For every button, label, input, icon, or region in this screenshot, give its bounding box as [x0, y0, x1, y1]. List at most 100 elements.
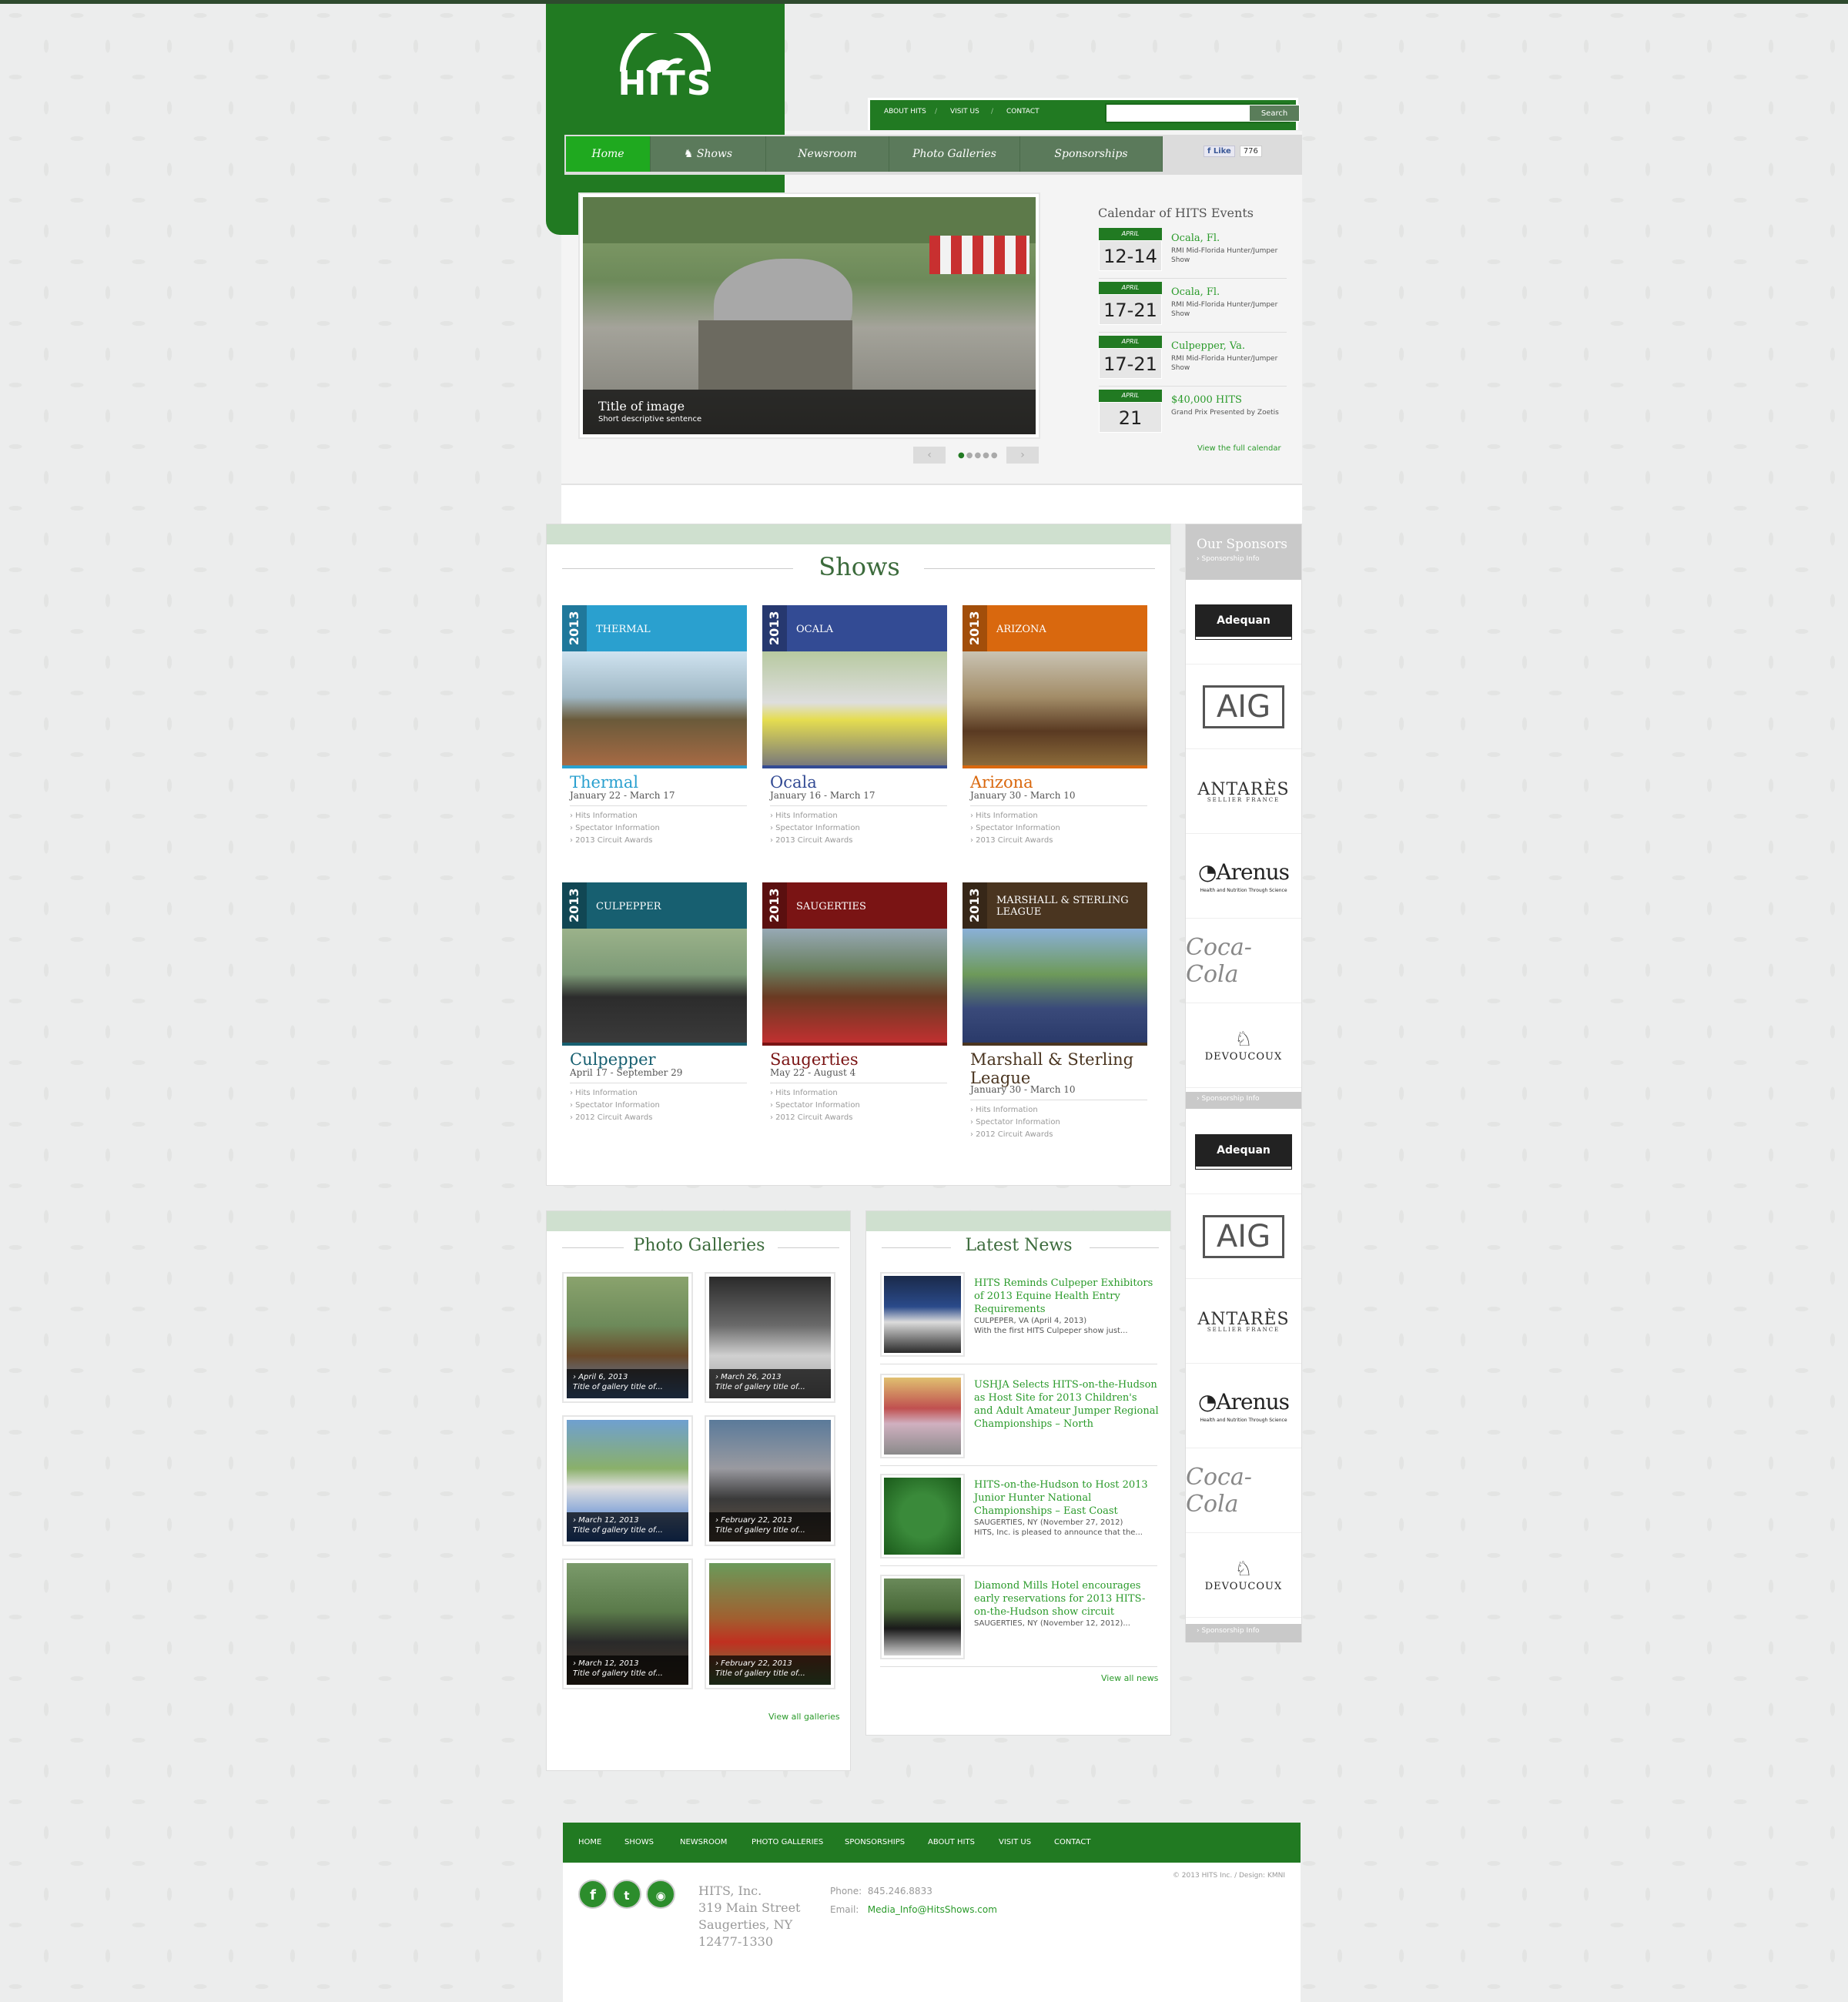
news-item[interactable]: HITS-on-the-Hudson to Host 2013 Junior H… [880, 1474, 1157, 1566]
calendar-event[interactable]: APRIL 12-14 Ocala, Fl. RMI Mid-Florida H… [1099, 228, 1287, 279]
nav-photo-galleries[interactable]: Photo Galleries [889, 136, 1020, 172]
show-link[interactable]: › Hits Information [770, 1087, 860, 1100]
show-name[interactable]: Saugerties [770, 1050, 943, 1069]
show-image[interactable] [762, 651, 947, 768]
gallery-thumbnail[interactable]: › February 22, 2013 Title of gallery titl… [705, 1415, 835, 1546]
calendar-event[interactable]: APRIL 17-21 Ocala, Fl. RMI Mid-Florida H… [1099, 282, 1287, 333]
footer-nav-galleries[interactable]: PHOTO GALLERIES [752, 1838, 823, 1846]
search-button[interactable]: Search [1249, 105, 1300, 122]
footer-nav-sponsorships[interactable]: SPONSORSHIPS [845, 1838, 905, 1846]
show-image[interactable] [562, 929, 747, 1046]
facebook-like[interactable]: f Like 776 [1204, 146, 1262, 157]
slider-dots[interactable]: ●●●●● [958, 451, 1004, 460]
footer-nav-shows[interactable]: SHOWS [624, 1838, 654, 1846]
news-title[interactable]: HITS Reminds Culpeper Exhibitors of 2013… [974, 1277, 1159, 1316]
show-link[interactable]: › Hits Information [570, 810, 660, 822]
show-card[interactable]: 2013 OCALA Ocala January 16 - March 17 ›… [762, 605, 947, 867]
show-card-header[interactable]: 2013 CULPEPPER [562, 882, 747, 929]
show-link[interactable]: › 2013 Circuit Awards [770, 835, 860, 847]
show-link[interactable]: › Spectator Information [970, 1116, 1060, 1129]
nav-newsroom[interactable]: Newsroom [766, 136, 889, 172]
news-title[interactable]: USHJA Selects HITS-on-the-Hudson as Host… [974, 1378, 1159, 1431]
sponsorship-info-link[interactable]: › Sponsorship Info [1186, 1624, 1301, 1642]
news-item[interactable]: USHJA Selects HITS-on-the-Hudson as Host… [880, 1374, 1159, 1466]
gallery-thumbnail[interactable]: › March 12, 2013 Title of gallery title o… [562, 1558, 693, 1689]
view-all-galleries-link[interactable]: View all galleries [768, 1712, 840, 1722]
facebook-icon[interactable]: f [578, 1880, 608, 1909]
show-card[interactable]: 2013 THERMAL Thermal January 22 - March … [562, 605, 747, 867]
show-name[interactable]: Ocala [770, 773, 943, 792]
show-link[interactable]: › Hits Information [570, 1087, 660, 1100]
sponsor-logo[interactable]: AIG [1186, 665, 1301, 749]
show-card-header[interactable]: 2013 OCALA [762, 605, 947, 651]
sponsor-logo[interactable]: ◔Arenus Health and Nutrition Through Scie… [1186, 1364, 1301, 1448]
nav-shows[interactable]: ♞ Shows [651, 136, 766, 172]
show-card[interactable]: 2013 SAUGERTIES Saugerties May 22 - Augu… [762, 882, 947, 1144]
util-visit-link[interactable]: VISIT US [950, 108, 979, 116]
sponsor-logo[interactable]: ANTARÈS SELLIER FRANCE [1186, 749, 1301, 834]
news-item[interactable]: HITS Reminds Culpeper Exhibitors of 2013… [880, 1272, 1157, 1364]
show-card[interactable]: 2013 CULPEPPER Culpepper April 17 - Sept… [562, 882, 747, 1144]
view-full-calendar-link[interactable]: View the full calendar [1197, 444, 1281, 453]
show-link[interactable]: › Spectator Information [770, 822, 860, 835]
sponsor-logo[interactable]: ANTARÈS SELLIER FRANCE [1186, 1279, 1301, 1364]
show-name[interactable]: Arizona [970, 773, 1143, 792]
util-contact-link[interactable]: CONTACT [1006, 108, 1040, 116]
footer-nav-visit[interactable]: VISIT US [999, 1838, 1031, 1846]
footer-nav-about[interactable]: ABOUT HITS [928, 1838, 975, 1846]
show-image[interactable] [962, 651, 1147, 768]
show-link[interactable]: › Spectator Information [570, 822, 660, 835]
sponsor-logo[interactable]: Adequan [1186, 1110, 1301, 1194]
news-title[interactable]: Diamond Mills Hotel encourages early res… [974, 1579, 1159, 1619]
show-image[interactable] [962, 929, 1147, 1046]
show-name[interactable]: Marshall & Sterling League [970, 1050, 1143, 1087]
twitter-icon[interactable]: t [612, 1880, 641, 1909]
show-card[interactable]: 2013 MARSHALL & STERLING LEAGUE Marshall… [962, 882, 1147, 1144]
show-link[interactable]: › Spectator Information [770, 1100, 860, 1112]
email-link[interactable]: Media_Info@HitsShows.com [868, 1904, 997, 1915]
nav-sponsorships[interactable]: Sponsorships [1020, 136, 1163, 172]
gallery-thumbnail[interactable]: › March 26, 2013 Title of gallery title o… [705, 1272, 835, 1403]
util-about-link[interactable]: ABOUT HITS [884, 108, 926, 116]
news-thumbnail[interactable] [880, 1474, 965, 1558]
show-link[interactable]: › 2013 Circuit Awards [970, 835, 1060, 847]
sponsor-logo[interactable]: ◔Arenus Health and Nutrition Through Scie… [1186, 834, 1301, 919]
show-link[interactable]: › 2012 Circuit Awards [770, 1112, 860, 1124]
show-link[interactable]: › Hits Information [970, 810, 1060, 822]
show-name[interactable]: Thermal [570, 773, 743, 792]
sponsorship-info-link[interactable]: › Sponsorship Info [1197, 555, 1291, 563]
show-link[interactable]: › Spectator Information [570, 1100, 660, 1112]
show-card-header[interactable]: 2013 THERMAL [562, 605, 747, 651]
sponsor-logo[interactable]: AIG [1186, 1194, 1301, 1279]
show-card-header[interactable]: 2013 ARIZONA [962, 605, 1147, 651]
show-link[interactable]: › 2012 Circuit Awards [970, 1129, 1060, 1141]
calendar-event[interactable]: APRIL 17-21 Culpepper, Va. RMI Mid-Flori… [1099, 336, 1287, 387]
show-link[interactable]: › Spectator Information [970, 822, 1060, 835]
sponsorship-info-link[interactable]: › Sponsorship Info [1186, 1092, 1301, 1109]
show-link[interactable]: › 2013 Circuit Awards [570, 835, 660, 847]
footer-nav-newsroom[interactable]: NEWSROOM [680, 1838, 727, 1846]
sponsor-logo[interactable]: Coca-Cola [1186, 919, 1301, 1003]
news-thumbnail[interactable] [880, 1374, 965, 1458]
calendar-event[interactable]: APRIL 21 $40,000 HITS Grand Prix Present… [1099, 390, 1287, 440]
rss-icon[interactable]: ◉ [646, 1880, 675, 1909]
show-image[interactable] [762, 929, 947, 1046]
show-link[interactable]: › 2012 Circuit Awards [570, 1112, 660, 1124]
gallery-thumbnail[interactable]: › March 12, 2013 Title of gallery title o… [562, 1415, 693, 1546]
news-title[interactable]: HITS-on-the-Hudson to Host 2013 Junior H… [974, 1478, 1159, 1518]
footer-nav-contact[interactable]: CONTACT [1054, 1838, 1090, 1846]
gallery-thumbnail[interactable]: › February 22, 2013 Title of gallery titl… [705, 1558, 835, 1689]
view-all-news-link[interactable]: View all news [1101, 1673, 1158, 1683]
sponsor-logo[interactable]: Coca-Cola [1186, 1448, 1301, 1533]
slider-prev-button[interactable]: ‹ [913, 447, 946, 464]
hero-slider[interactable]: Title of image Short descriptive sentenc… [578, 192, 1040, 439]
show-card-header[interactable]: 2013 MARSHALL & STERLING LEAGUE [962, 882, 1147, 929]
sponsor-logo[interactable]: ♘ DEVOUCOUX [1186, 1003, 1301, 1088]
news-item[interactable]: Diamond Mills Hotel encourages early res… [880, 1575, 1157, 1667]
slider-next-button[interactable]: › [1006, 447, 1039, 464]
gallery-thumbnail[interactable]: › April 6, 2013 Title of gallery title of… [562, 1272, 693, 1403]
nav-home[interactable]: Home [566, 136, 651, 172]
show-image[interactable] [562, 651, 747, 768]
footer-nav-home[interactable]: HOME [578, 1838, 601, 1846]
show-link[interactable]: › Hits Information [770, 810, 860, 822]
